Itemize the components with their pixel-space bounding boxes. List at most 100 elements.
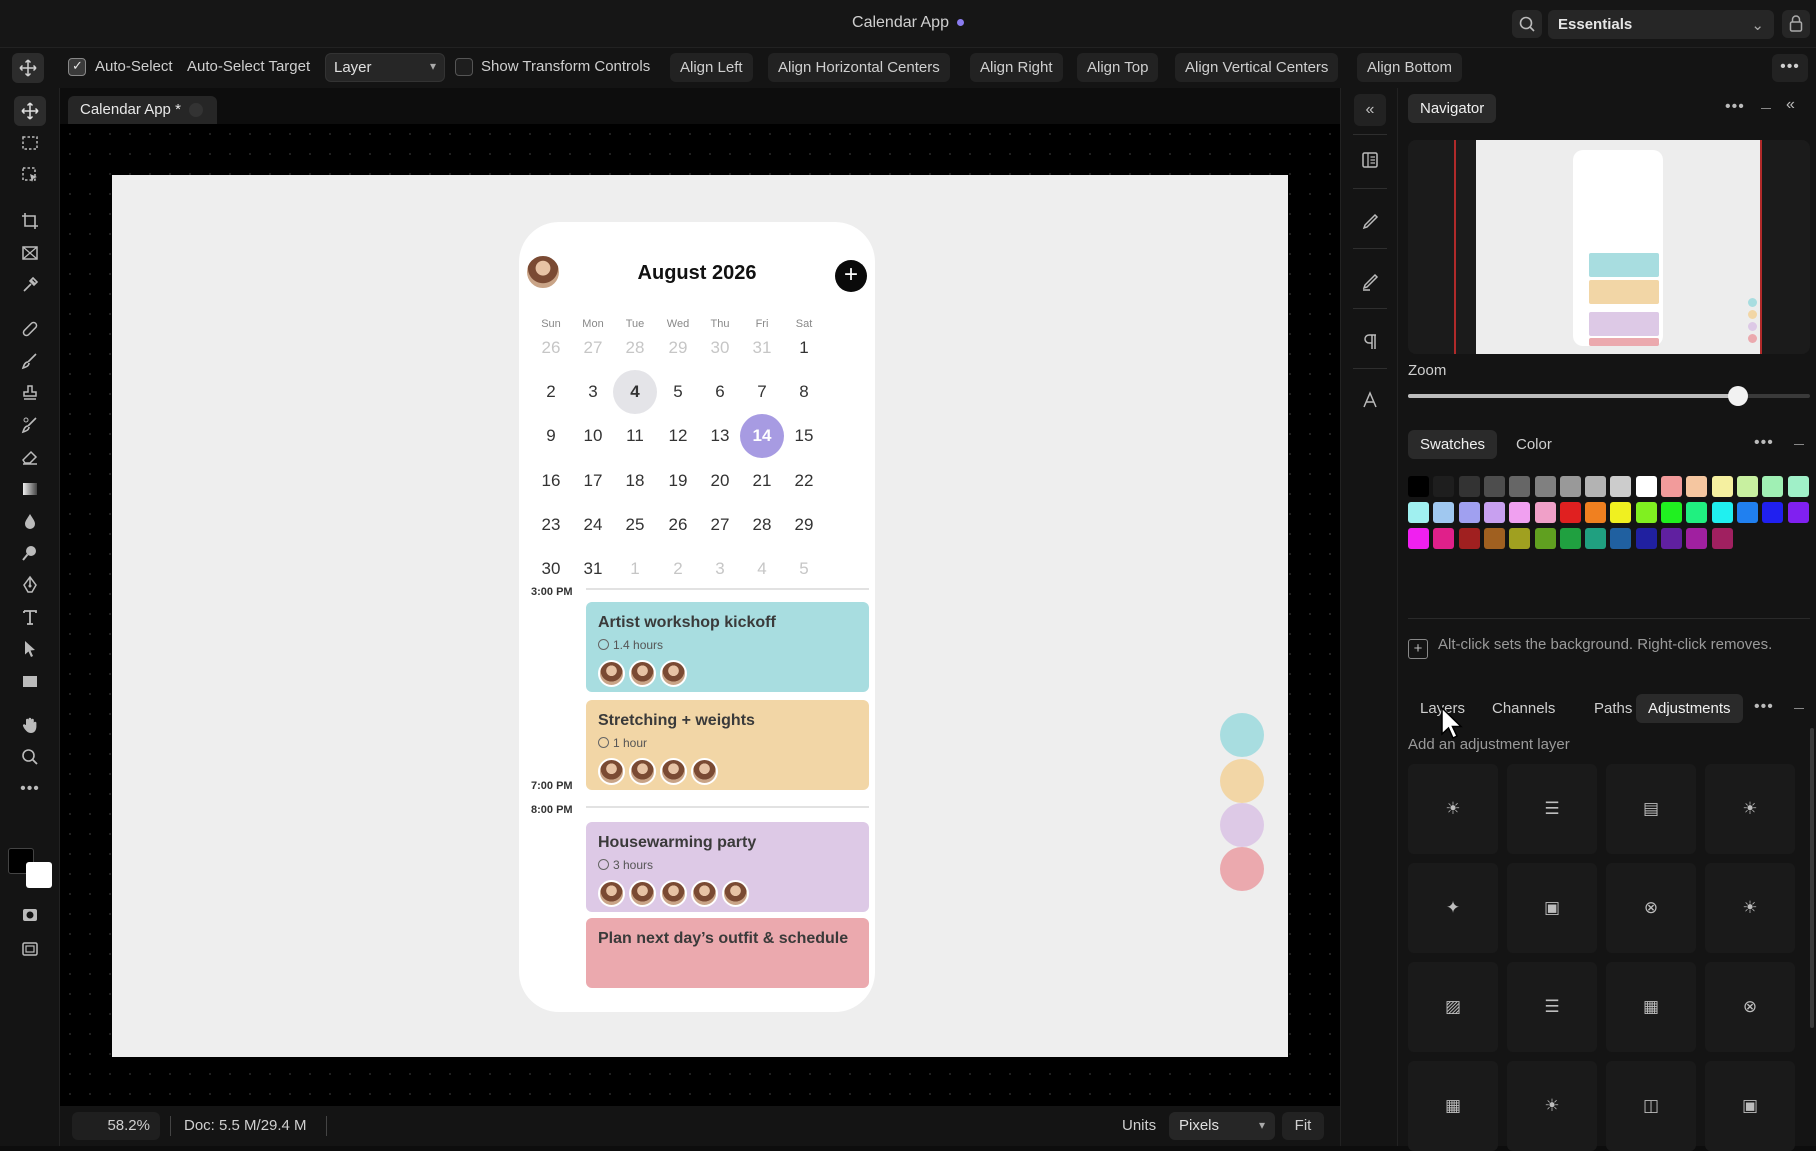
color-swatch[interactable]: [1661, 528, 1682, 549]
grid-icon[interactable]: ▦: [1606, 962, 1696, 1052]
stamp-tool[interactable]: [14, 378, 46, 408]
zoom-slider[interactable]: [1408, 386, 1810, 406]
color-swatch[interactable]: [1635, 476, 1657, 497]
properties-panel-icon[interactable]: [1354, 144, 1386, 176]
eyedropper-tool[interactable]: [14, 270, 46, 300]
fit-button[interactable]: Fit: [1282, 1112, 1324, 1140]
document-area[interactable]: August 2026 + Sun Mon Tue Wed Thu Fri Sat 26 27…: [60, 124, 1340, 1106]
calendar-day[interactable]: 24: [571, 503, 615, 547]
color-swatch[interactable]: [1458, 476, 1480, 497]
path-select-tool[interactable]: [14, 634, 46, 664]
color-swatch[interactable]: [1408, 476, 1429, 497]
background-color[interactable]: [26, 862, 52, 888]
attendee-avatar[interactable]: [691, 880, 718, 907]
navigator-thumbnail[interactable]: [1408, 140, 1810, 354]
calendar-day[interactable]: 2: [529, 370, 573, 414]
vibrance-icon[interactable]: ✦: [1408, 863, 1498, 953]
history-brush-tool[interactable]: [14, 410, 46, 440]
color-swatch[interactable]: [1559, 528, 1581, 549]
collapse-panels-icon[interactable]: «: [1354, 94, 1386, 126]
pen-tool[interactable]: [14, 570, 46, 600]
calendar-day[interactable]: 7: [740, 370, 784, 414]
align-horizontal-centers-button[interactable]: Align Horizontal Centers: [768, 53, 950, 82]
attendee-avatar[interactable]: [598, 660, 625, 687]
event-card[interactable]: Housewarming party 3 hours: [586, 822, 869, 912]
color-swatch[interactable]: [1408, 502, 1429, 523]
calendar-day[interactable]: 5: [656, 370, 700, 414]
calendar-day-selected[interactable]: 4: [613, 370, 657, 414]
healing-brush-tool[interactable]: [14, 314, 46, 344]
color-swatch[interactable]: [1559, 476, 1581, 497]
options-more-button[interactable]: •••: [1772, 54, 1808, 82]
tab-navigator[interactable]: Navigator: [1408, 94, 1497, 123]
minimize-icon[interactable]: [1761, 108, 1771, 109]
blur-tool[interactable]: [14, 506, 46, 536]
marquee-tool[interactable]: [14, 128, 46, 158]
brightness-icon[interactable]: ☀: [1408, 764, 1498, 854]
calendar-day[interactable]: 3: [698, 547, 742, 591]
calendar-day[interactable]: 9: [529, 414, 573, 458]
curves-icon[interactable]: ▤: [1606, 764, 1696, 854]
sliders-icon[interactable]: ☰: [1507, 962, 1597, 1052]
grid-icon[interactable]: ▦: [1408, 1061, 1498, 1151]
align-vertical-centers-button[interactable]: Align Vertical Centers: [1175, 53, 1339, 82]
more-tools-icon[interactable]: •••: [14, 774, 46, 804]
color-swatch[interactable]: [1534, 528, 1556, 549]
gradient-tool[interactable]: [14, 474, 46, 504]
navigator-view-frame[interactable]: [1454, 140, 1762, 354]
calendar-day[interactable]: 13: [698, 414, 742, 458]
color-swatch[interactable]: [1661, 476, 1682, 497]
sliders-icon[interactable]: ☰: [1507, 764, 1597, 854]
calendar-day[interactable]: 12: [656, 414, 700, 458]
calendar-day[interactable]: 30: [529, 547, 573, 591]
tab-channels[interactable]: Channels: [1480, 694, 1567, 723]
attendee-avatar[interactable]: [598, 880, 625, 907]
color-swatch[interactable]: [1509, 528, 1531, 549]
color-swatch[interactable]: [1483, 528, 1505, 549]
calendar-day[interactable]: 19: [656, 459, 700, 503]
event-card[interactable]: Stretching + weights 1 hour: [586, 700, 869, 790]
color-swatch[interactable]: [1610, 476, 1632, 497]
brightness-icon[interactable]: ☀: [1507, 1061, 1597, 1151]
crop-tool[interactable]: [14, 206, 46, 236]
color-dot[interactable]: [1220, 713, 1264, 757]
swatches-more-button[interactable]: •••: [1754, 434, 1774, 452]
calendar-day[interactable]: 1: [613, 547, 657, 591]
zoom-tool[interactable]: [14, 742, 46, 772]
dodge-tool[interactable]: [14, 538, 46, 568]
color-swatch[interactable]: [1736, 476, 1758, 497]
frame-tool[interactable]: [14, 238, 46, 268]
add-swatch-icon[interactable]: +: [1408, 639, 1428, 659]
color-swatch[interactable]: [1408, 528, 1429, 549]
color-swatch[interactable]: [1559, 502, 1581, 523]
attendee-avatar[interactable]: [660, 660, 687, 687]
color-swatch[interactable]: [1585, 502, 1607, 523]
calendar-day[interactable]: 26: [656, 503, 700, 547]
color-swatch[interactable]: [1534, 476, 1556, 497]
color-swatch[interactable]: [1458, 502, 1480, 523]
calendar-day[interactable]: 28: [740, 503, 784, 547]
calendar-day[interactable]: 11: [613, 414, 657, 458]
calendar-day[interactable]: 1: [782, 326, 826, 370]
calendar-day[interactable]: 15: [782, 414, 826, 458]
type-tool[interactable]: [14, 602, 46, 632]
color-swatch[interactable]: [1686, 528, 1708, 549]
event-card[interactable]: Plan next day’s outfit & schedule: [586, 918, 869, 988]
screen-mode-button[interactable]: [14, 934, 46, 964]
adjustments-more-button[interactable]: •••: [1754, 698, 1774, 716]
paragraph-icon[interactable]: [1354, 326, 1386, 358]
auto-select-target-select[interactable]: Layer ▾: [325, 53, 445, 82]
calendar-day[interactable]: 28: [613, 326, 657, 370]
close-tab-icon[interactable]: [188, 103, 203, 118]
calendar-day[interactable]: 23: [529, 503, 573, 547]
calendar-day[interactable]: 27: [698, 503, 742, 547]
calendar-day[interactable]: 20: [698, 459, 742, 503]
eraser-tool[interactable]: [14, 442, 46, 472]
tab-paths[interactable]: Paths: [1582, 694, 1644, 723]
zoom-slider-knob[interactable]: [1727, 386, 1748, 406]
color-dot[interactable]: [1220, 847, 1264, 891]
calendar-day[interactable]: 3: [571, 370, 615, 414]
exposure-icon[interactable]: ☀: [1705, 764, 1795, 854]
auto-select-checkbox[interactable]: [68, 58, 86, 76]
attendee-avatar[interactable]: [660, 880, 687, 907]
